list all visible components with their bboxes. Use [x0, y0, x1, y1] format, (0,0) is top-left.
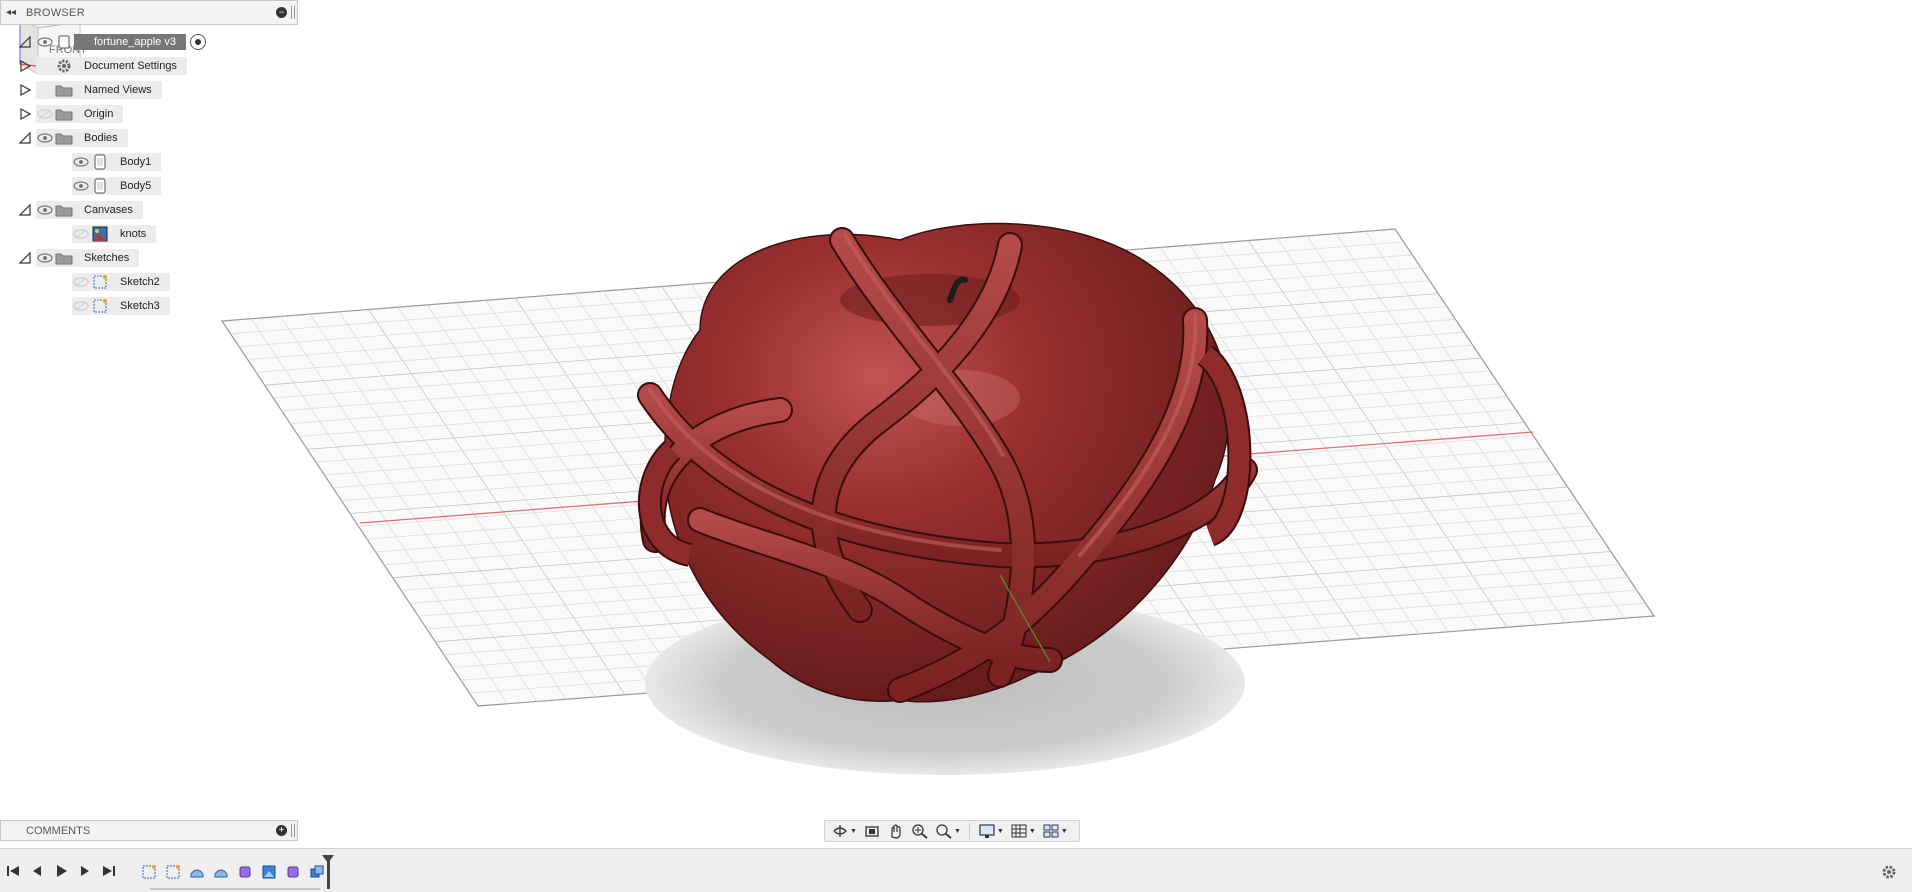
navigation-toolbar: ▼ ▼ ▼ ▼ ▼	[824, 820, 1080, 842]
expanded-triangle-icon[interactable]	[18, 203, 32, 217]
expanded-triangle-icon[interactable]	[18, 131, 32, 145]
form-body-icon[interactable]	[236, 863, 254, 881]
look-at-icon[interactable]	[861, 822, 883, 840]
pin-panel-icon[interactable]: −	[276, 7, 287, 18]
document-icon	[54, 33, 74, 51]
root-node-label: fortune_apple v3	[74, 34, 186, 50]
collapse-panel-icon[interactable]: ◂◂	[6, 7, 16, 18]
tree-node-label: Body1	[120, 156, 152, 168]
timeline-settings-gear-icon[interactable]	[1880, 863, 1898, 881]
panel-grip-handle[interactable]	[291, 6, 295, 19]
visibility-eye-icon[interactable]	[36, 105, 54, 123]
tree-node-body5[interactable]: Body5	[72, 176, 162, 196]
tree-node-label: knots	[120, 228, 147, 240]
tree-node-knots[interactable]: knots	[72, 224, 157, 244]
tree-node-origin[interactable]: Origin	[18, 104, 124, 124]
browser-root-node[interactable]: fortune_apple v3	[18, 32, 206, 52]
pan-icon[interactable]	[885, 822, 907, 840]
gear-icon	[54, 57, 74, 75]
canvas-feature-icon[interactable]	[260, 863, 278, 881]
visibility-eye-icon[interactable]	[36, 33, 54, 51]
visibility-eye-icon[interactable]	[72, 225, 90, 243]
activate-radio-icon[interactable]	[189, 34, 206, 50]
tree-node-label: Sketch2	[120, 276, 160, 288]
step-back-icon[interactable]	[30, 864, 44, 878]
sketch-icon	[90, 297, 110, 315]
folder-icon	[54, 201, 74, 219]
step-forward-icon[interactable]	[78, 864, 92, 878]
sketch-feature-icon[interactable]	[140, 863, 158, 881]
folder-icon	[54, 81, 74, 99]
panel-grip-handle[interactable]	[291, 824, 295, 837]
sketch-icon	[90, 273, 110, 291]
tree-node-label: Sketch3	[120, 300, 160, 312]
timeline-track	[150, 888, 320, 890]
tree-node-label: Sketches	[84, 252, 130, 264]
comments-panel-header[interactable]: COMMENTS +	[0, 820, 298, 841]
go-to-end-icon[interactable]	[102, 864, 116, 878]
folder-icon	[54, 129, 74, 147]
canvas-image-icon	[90, 225, 110, 243]
tree-node-label: Origin	[84, 108, 114, 120]
visibility-eye-icon[interactable]	[36, 201, 54, 219]
tree-node-named-views[interactable]: Named Views	[18, 80, 162, 100]
tree-node-canvases[interactable]: Canvases	[18, 200, 143, 220]
tree-node-sketches[interactable]: Sketches	[18, 248, 140, 268]
tree-node-document-settings[interactable]: Document Settings	[18, 56, 187, 76]
scene-render	[220, 222, 1656, 775]
visibility-eye-icon[interactable]	[72, 273, 90, 291]
timeline-marker-handle[interactable]	[322, 855, 334, 889]
combine-feature-icon[interactable]	[308, 863, 326, 881]
grid-settings-icon[interactable]: ▼	[1008, 822, 1038, 840]
browser-panel-header[interactable]: ◂◂ BROWSER −	[0, 0, 298, 25]
folder-icon	[54, 249, 74, 267]
expanded-triangle-icon[interactable]	[18, 35, 32, 49]
collapsed-triangle-icon[interactable]	[18, 83, 32, 97]
play-icon[interactable]	[54, 864, 68, 878]
browser-title: BROWSER	[26, 7, 85, 19]
folder-icon	[54, 105, 74, 123]
tree-node-label: Bodies	[84, 132, 118, 144]
visibility-eye-icon[interactable]	[72, 153, 90, 171]
visibility-eye-icon[interactable]	[36, 249, 54, 267]
visibility-eye-icon[interactable]	[72, 297, 90, 315]
timeline-bar	[0, 848, 1912, 892]
zoom-icon[interactable]	[909, 822, 931, 840]
go-to-start-icon[interactable]	[6, 864, 20, 878]
canvas-viewport[interactable]: FRONT Z X	[0, 0, 1912, 848]
tree-node-body1[interactable]: Body1	[72, 152, 162, 172]
expanded-triangle-icon[interactable]	[18, 251, 32, 265]
visibility-eye-icon[interactable]	[72, 177, 90, 195]
orbit-icon[interactable]: ▼	[829, 822, 859, 840]
body-icon	[90, 153, 110, 171]
tree-node-sketch3[interactable]: Sketch3	[72, 296, 170, 316]
form-feature-icon[interactable]	[212, 863, 230, 881]
tree-node-label: Canvases	[84, 204, 133, 216]
toolbar-divider	[968, 823, 970, 839]
form-body-icon[interactable]	[284, 863, 302, 881]
viewports-icon[interactable]: ▼	[1040, 822, 1070, 840]
display-settings-icon[interactable]: ▼	[976, 822, 1006, 840]
tree-node-label: Body5	[120, 180, 152, 192]
visibility-eye-icon[interactable]	[36, 129, 54, 147]
collapsed-triangle-icon[interactable]	[18, 59, 32, 73]
body-icon	[90, 177, 110, 195]
comments-title: COMMENTS	[26, 825, 91, 837]
collapsed-triangle-icon[interactable]	[18, 107, 32, 121]
fit-icon[interactable]: ▼	[933, 822, 963, 840]
form-feature-icon[interactable]	[188, 863, 206, 881]
add-comment-icon[interactable]: +	[276, 825, 287, 836]
tree-node-label: Named Views	[84, 84, 152, 96]
sketch-feature-icon[interactable]	[164, 863, 182, 881]
tree-node-label: Document Settings	[84, 60, 177, 72]
tree-node-sketch2[interactable]: Sketch2	[72, 272, 170, 292]
tree-node-bodies[interactable]: Bodies	[18, 128, 128, 148]
